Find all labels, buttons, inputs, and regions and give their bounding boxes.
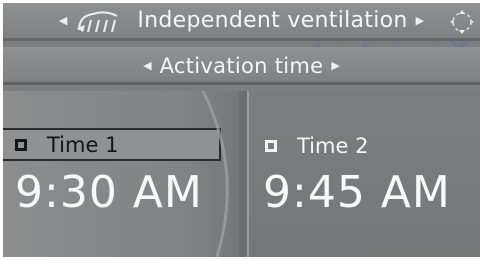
panel-divider: [239, 91, 247, 257]
timer-2-checkbox[interactable]: [265, 139, 277, 152]
left-arrow-icon[interactable]: ◀: [143, 60, 151, 71]
header-bar[interactable]: ◀ Independent ventilation ▶: [3, 3, 480, 41]
ventilation-fan-icon: [77, 10, 118, 32]
timer-panel-2[interactable]: Time 2 9:45 AM: [247, 91, 480, 257]
timer-2-value: 9:45 AM: [263, 167, 451, 218]
submenu-title: Activation time: [159, 53, 324, 78]
controller-direction-icon: [450, 10, 474, 34]
header-title: Independent ventilation: [137, 8, 408, 33]
timer-2-row[interactable]: Time 2: [263, 129, 463, 162]
left-arrow-icon[interactable]: ◀: [59, 15, 67, 26]
timer-2-label: Time 2: [297, 133, 369, 158]
right-arrow-icon[interactable]: ▶: [331, 60, 339, 71]
submenu-bar[interactable]: ◀ Activation time ▶: [3, 47, 480, 85]
timer-panel-1[interactable]: Time 1 9:30 AM: [3, 91, 239, 257]
timer-1-label: Time 1: [47, 132, 119, 157]
display-screen: ◀ Independent ventilation ▶ ◀ Activation…: [3, 3, 480, 257]
timer-1-value: 9:30 AM: [15, 167, 203, 218]
right-arrow-icon[interactable]: ▶: [416, 15, 424, 26]
timer-1-checkbox[interactable]: [15, 138, 27, 151]
timer-1-row[interactable]: Time 1: [3, 128, 221, 161]
